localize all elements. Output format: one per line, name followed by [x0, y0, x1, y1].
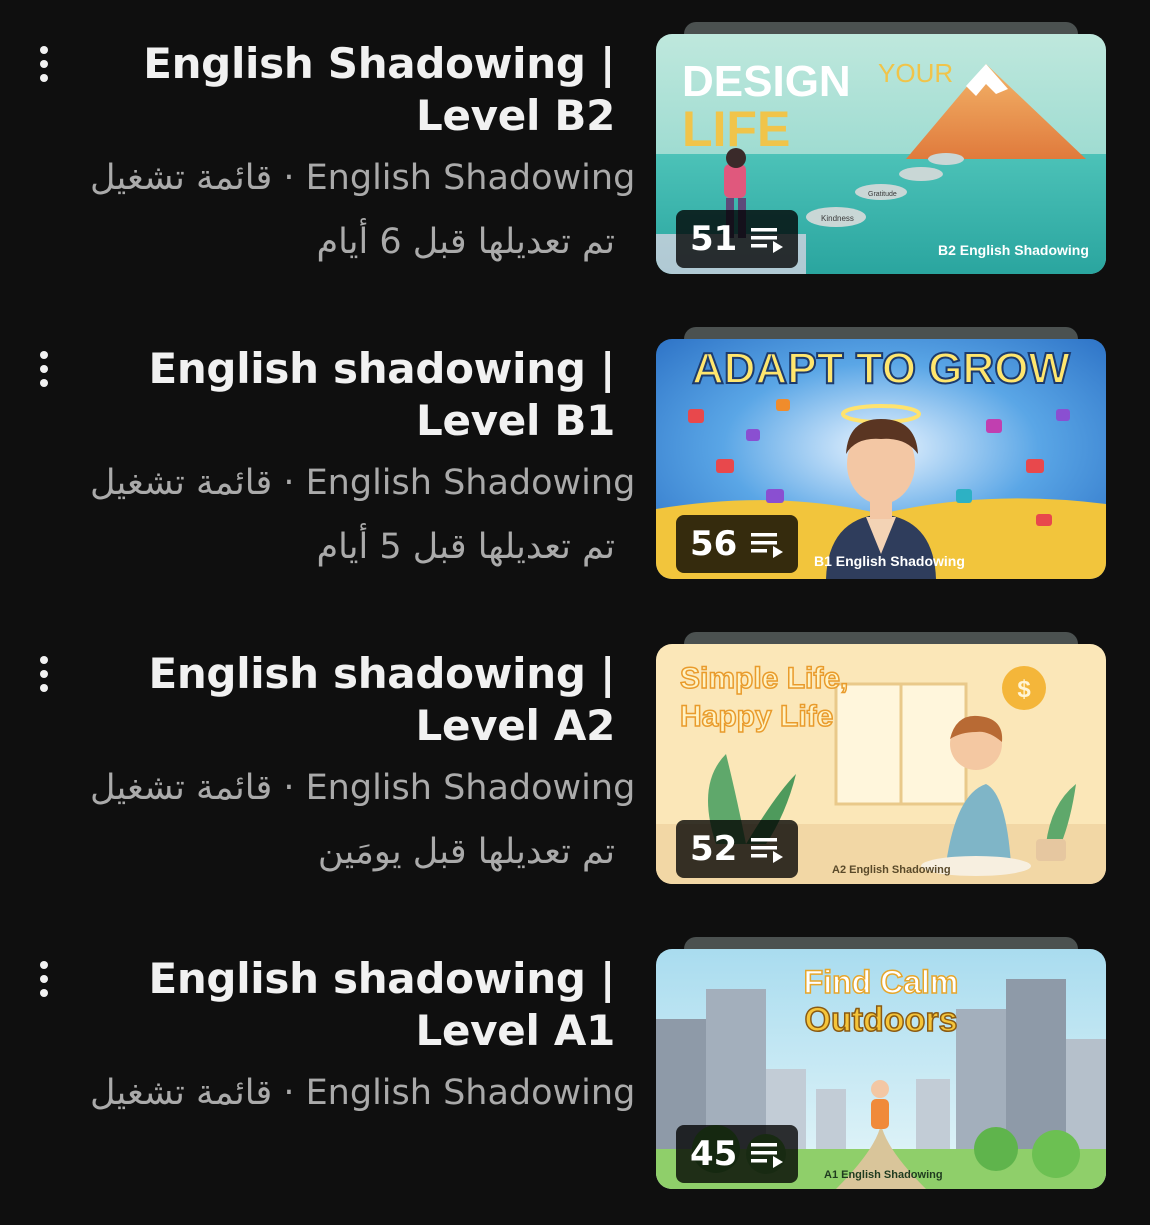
video-count: 45 — [690, 1134, 738, 1174]
playlist-thumbnail[interactable]: Find Calm Outdoors A1 English Shadowing … — [656, 935, 1106, 1191]
playlist-info[interactable]: English shadowing | Level A2 قائمة تشغيل… — [90, 648, 636, 874]
playlist-title[interactable]: English shadowing | Level A2 — [90, 648, 615, 752]
playlist-info[interactable]: English Shadowing | Level B2 قائمة تشغيل… — [90, 38, 636, 264]
thumb-title-line2: Outdoors — [805, 1001, 958, 1039]
thumb-title-line1: Simple Life, — [680, 662, 848, 695]
playlist-title[interactable]: English Shadowing | Level B2 — [90, 38, 615, 142]
video-count-badge: 52 — [676, 820, 798, 878]
thumb-title-your: YOUR — [878, 58, 953, 88]
video-count-badge: 51 — [676, 210, 798, 268]
thumb-title-line2: Happy Life — [680, 700, 833, 733]
thumb-title-design: DESIGN — [682, 57, 851, 106]
playlist-icon — [751, 838, 784, 863]
video-count: 56 — [690, 524, 738, 564]
playlist-meta: قائمة تشغيل · English Shadowing — [90, 768, 636, 808]
thumbnail-image: $ Simple Life, Happy Life A2 English Sha… — [656, 644, 1106, 884]
more-vert-icon[interactable] — [28, 957, 60, 1001]
playlist-list: English Shadowing | Level B2 قائمة تشغيل… — [0, 0, 1150, 1200]
playlist-item[interactable]: English shadowing | Level A1 قائمة تشغيل… — [0, 935, 1150, 1225]
playlist-thumbnail[interactable]: $ Simple Life, Happy Life A2 English Sha… — [656, 630, 1106, 886]
thumb-title-life: LIFE — [682, 101, 790, 157]
thumbnail-image: ADAPT TO GROW B1 English Shadowing 56 — [656, 339, 1106, 579]
playlist-icon — [751, 228, 784, 253]
playlist-item[interactable]: English shadowing | Level B1 قائمة تشغيل… — [0, 325, 1150, 615]
playlist-icon — [751, 1143, 784, 1168]
playlist-info[interactable]: English shadowing | Level B1 قائمة تشغيل… — [90, 343, 636, 569]
video-count-badge: 45 — [676, 1125, 798, 1183]
video-count-badge: 56 — [676, 515, 798, 573]
playlist-meta: قائمة تشغيل · English Shadowing — [90, 1073, 636, 1113]
playlist-info[interactable]: English shadowing | Level A1 قائمة تشغيل… — [90, 953, 636, 1115]
more-vert-icon[interactable] — [28, 652, 60, 696]
stone-label: Gratitude — [868, 191, 897, 198]
playlist-item[interactable]: English shadowing | Level A2 قائمة تشغيل… — [0, 630, 1150, 920]
thumb-caption: B1 English Shadowing — [814, 553, 965, 569]
thumbnail-image: Find Calm Outdoors A1 English Shadowing … — [656, 949, 1106, 1189]
playlist-title[interactable]: English shadowing | Level B1 — [90, 343, 615, 447]
video-count: 51 — [690, 219, 738, 259]
thumb-title-line1: Find Calm — [804, 964, 959, 1000]
more-vert-icon[interactable] — [28, 347, 60, 391]
more-vert-icon[interactable] — [28, 42, 60, 86]
stone-label: Kindness — [821, 214, 854, 223]
thumb-caption: A2 English Shadowing — [832, 864, 951, 876]
playlist-meta: قائمة تشغيل · English Shadowing — [90, 463, 636, 503]
playlist-thumbnail[interactable]: DESIGN YOUR LIFE Kindness Gratitude B2 E… — [656, 20, 1106, 276]
playlist-meta: قائمة تشغيل · English Shadowing — [90, 158, 636, 198]
video-count: 52 — [690, 829, 738, 869]
playlist-title[interactable]: English shadowing | Level A1 — [90, 953, 615, 1057]
coin-icon: $ — [1017, 676, 1031, 703]
playlist-thumbnail[interactable]: ADAPT TO GROW B1 English Shadowing 56 — [656, 325, 1106, 581]
playlist-item[interactable]: English Shadowing | Level B2 قائمة تشغيل… — [0, 20, 1150, 310]
playlist-updated: تم تعديلها قبل يومَين — [317, 832, 615, 872]
thumb-caption: B2 English Shadowing — [938, 242, 1089, 258]
playlist-icon — [751, 533, 784, 558]
playlist-updated: تم تعديلها قبل 5 أيام — [316, 527, 615, 567]
thumbnail-image: DESIGN YOUR LIFE Kindness Gratitude B2 E… — [656, 34, 1106, 274]
thumb-caption: A1 English Shadowing — [824, 1169, 943, 1181]
playlist-updated: تم تعديلها قبل 6 أيام — [316, 222, 615, 262]
thumb-title: ADAPT TO GROW — [692, 344, 1071, 393]
